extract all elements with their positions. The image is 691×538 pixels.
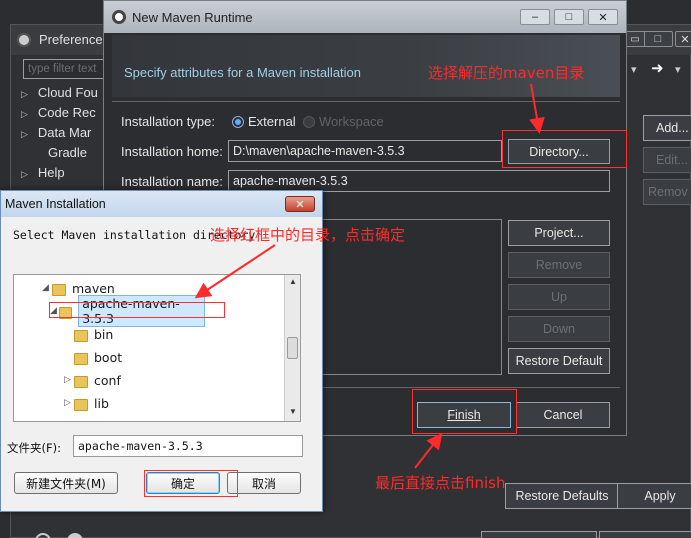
annotation-arrows — [194, 83, 545, 469]
arrow-to-finish — [414, 432, 443, 469]
arrow-to-directory — [529, 83, 545, 134]
arrow-to-folder — [194, 244, 276, 299]
